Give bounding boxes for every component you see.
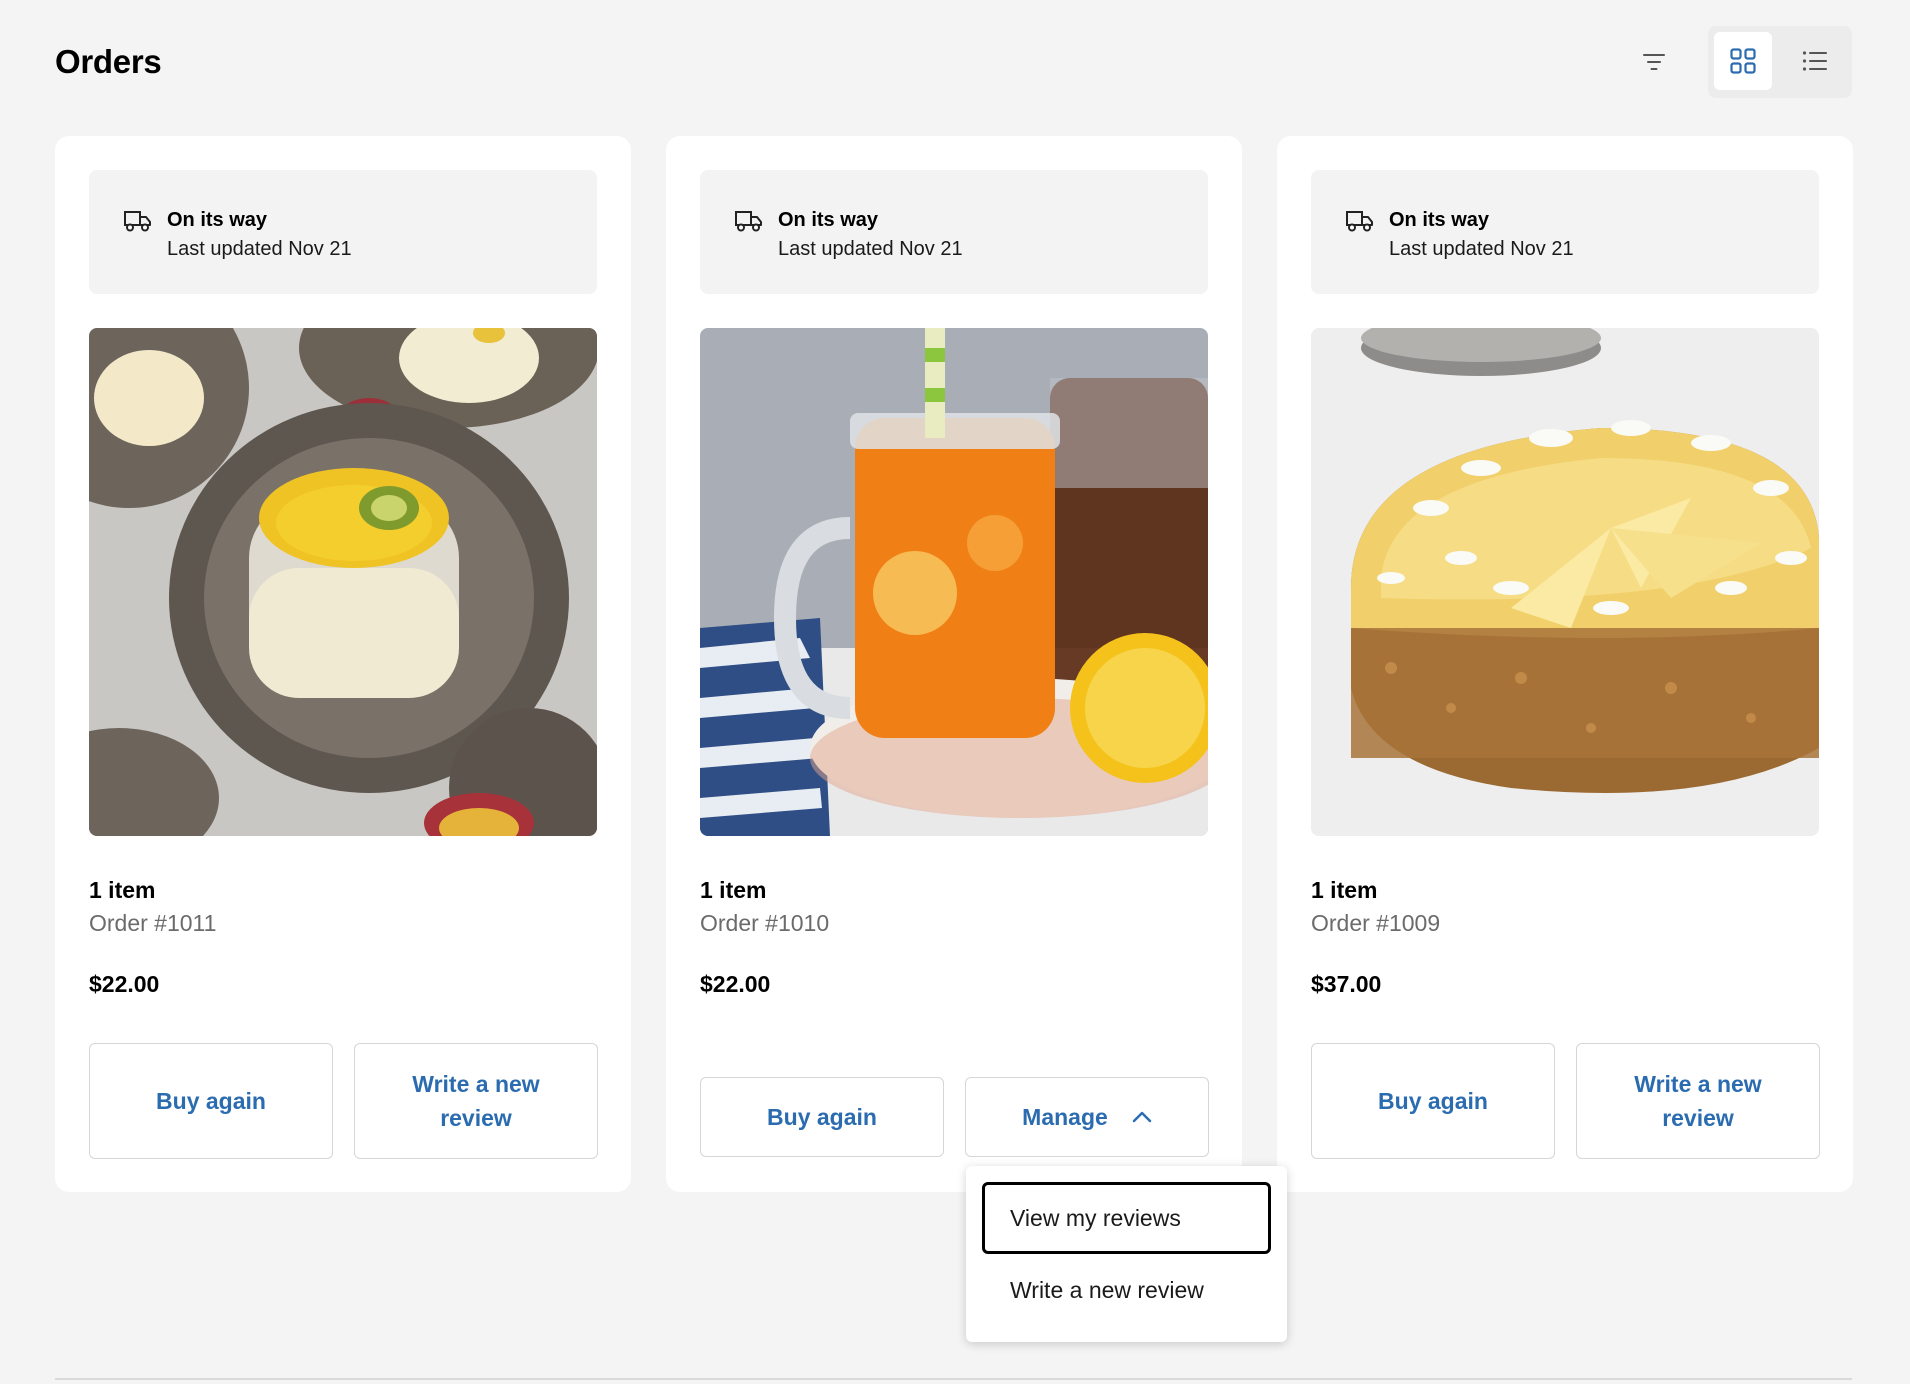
card-actions: Buy again Manage <box>700 1077 1209 1157</box>
order-price: $22.00 <box>700 971 771 997</box>
view-my-reviews-item[interactable]: View my reviews <box>982 1182 1271 1254</box>
list-view-button[interactable] <box>1786 32 1844 90</box>
chevron-up-icon <box>1132 1111 1152 1123</box>
buy-again-button[interactable]: Buy again <box>700 1077 944 1157</box>
manage-dropdown-menu: View my reviews Write a new review <box>966 1166 1287 1342</box>
filter-icon <box>1643 54 1665 70</box>
divider <box>55 1378 1852 1380</box>
order-price: $22.00 <box>89 971 160 997</box>
order-card: On its way Last updated Nov 21 1 item Or… <box>55 136 631 1192</box>
order-status: On its way Last updated Nov 21 <box>89 170 597 294</box>
status-title: On its way <box>167 209 268 231</box>
manage-button[interactable]: Manage <box>965 1077 1209 1157</box>
status-text: On its way Last updated Nov 21 <box>778 206 963 264</box>
status-title: On its way <box>1389 209 1490 231</box>
order-number: Order #1010 <box>700 910 830 936</box>
order-price: $37.00 <box>1311 971 1382 997</box>
status-text: On its way Last updated Nov 21 <box>1389 206 1574 264</box>
truck-icon <box>735 211 762 232</box>
order-status: On its way Last updated Nov 21 <box>1311 170 1819 294</box>
list-view-icon <box>1802 51 1827 71</box>
write-review-button[interactable]: Write a new review <box>1576 1043 1820 1159</box>
status-updated: Last updated Nov 21 <box>167 238 352 260</box>
order-card: On its way Last updated Nov 21 1 item Or… <box>666 136 1242 1192</box>
status-updated: Last updated Nov 21 <box>1389 238 1574 260</box>
truck-icon <box>124 211 151 232</box>
card-actions: Buy again Write a new review <box>89 1043 598 1159</box>
view-toggle <box>1708 26 1852 98</box>
product-image <box>700 328 1208 836</box>
order-cards: On its way Last updated Nov 21 1 item Or… <box>55 136 1853 1192</box>
item-count: 1 item <box>1311 877 1378 903</box>
product-image <box>89 328 597 836</box>
order-number: Order #1009 <box>1311 910 1441 936</box>
grid-view-button[interactable] <box>1714 32 1772 90</box>
item-count: 1 item <box>89 877 156 903</box>
order-card: On its way Last updated Nov 21 1 item Or… <box>1277 136 1853 1192</box>
status-updated: Last updated Nov 21 <box>778 238 963 260</box>
manage-button-label: Manage <box>1022 1104 1108 1130</box>
truck-icon <box>1346 211 1373 232</box>
item-count: 1 item <box>700 877 767 903</box>
write-new-review-item[interactable]: Write a new review <box>982 1254 1271 1326</box>
status-title: On its way <box>778 209 879 231</box>
filter-button[interactable] <box>1631 34 1677 90</box>
order-number: Order #1011 <box>89 910 217 936</box>
buy-again-button[interactable]: Buy again <box>89 1043 333 1159</box>
card-actions: Buy again Write a new review <box>1311 1043 1820 1159</box>
status-text: On its way Last updated Nov 21 <box>167 206 352 264</box>
grid-view-icon <box>1730 48 1756 74</box>
orders-page: Orders On its way Last updated Nov 21 1 … <box>0 0 1910 1384</box>
order-status: On its way Last updated Nov 21 <box>700 170 1208 294</box>
product-image <box>1311 328 1819 836</box>
page-title: Orders <box>55 43 162 80</box>
write-review-button[interactable]: Write a new review <box>354 1043 598 1159</box>
buy-again-button[interactable]: Buy again <box>1311 1043 1555 1159</box>
